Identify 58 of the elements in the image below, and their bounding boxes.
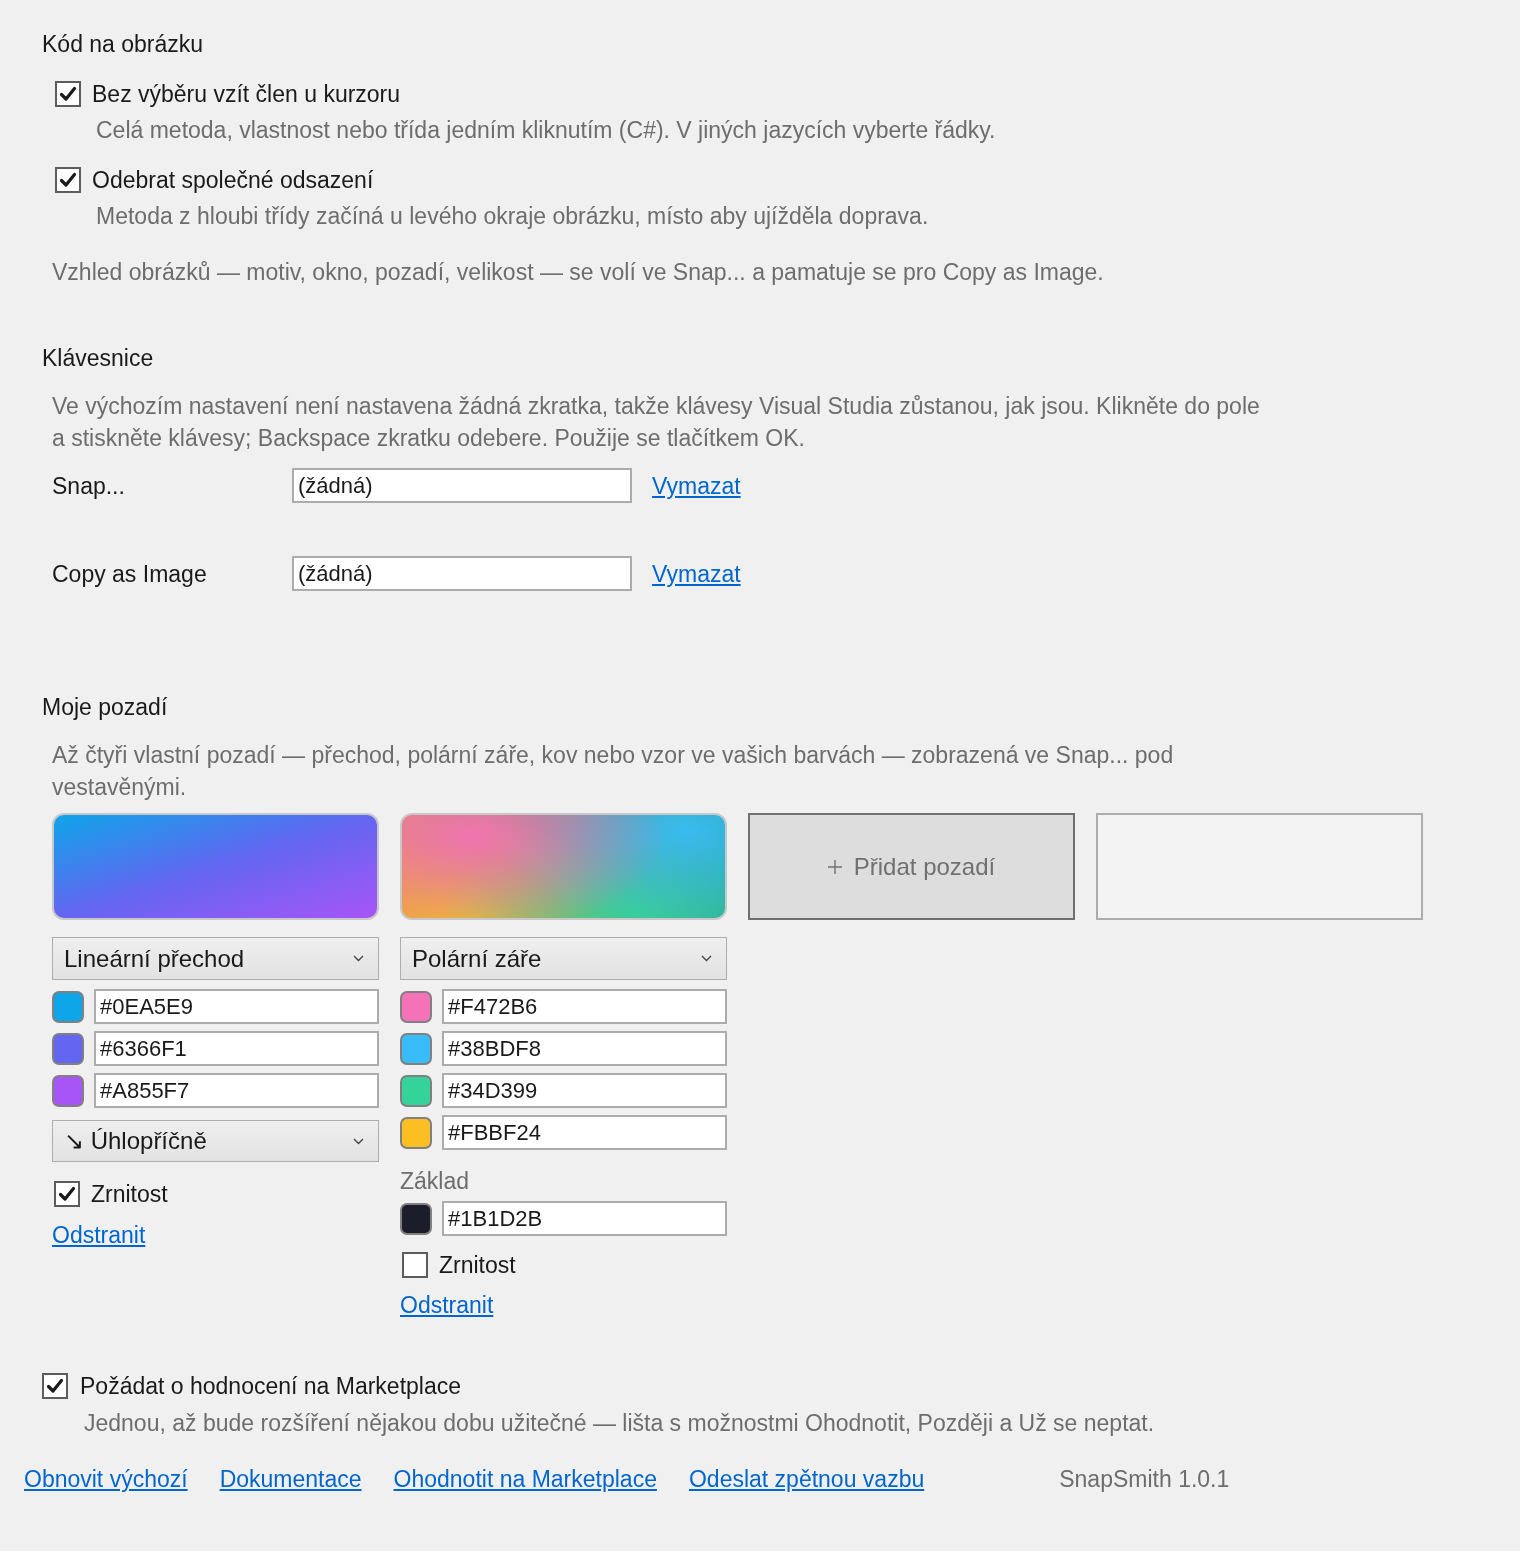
background-preview[interactable] xyxy=(52,813,379,920)
option-description: Jednou, až bude rozšíření nějakou dobu užitečné — lišta s možnostmi Ohodnotit, Později a Už se neptat. xyxy=(84,1409,1155,1437)
color-swatch-icon[interactable] xyxy=(400,1116,432,1149)
add-background-button[interactable]: Přidat pozadí xyxy=(748,813,1075,920)
checkbox[interactable] xyxy=(42,1373,68,1399)
section-title: Kód na obrázku xyxy=(42,30,204,58)
checkbox-label: Odebrat společné odsazení xyxy=(92,166,374,194)
section-title: Klávesnice xyxy=(42,344,154,372)
chevron-down-icon xyxy=(353,955,364,962)
remove-link[interactable]: Odstranit xyxy=(400,1291,494,1319)
background-type-dropdown[interactable]: Polární záře xyxy=(400,937,727,980)
section-description: Ve výchozím nastavení není nastavena žádná zkratka, takže klávesy Visual Studia zůstanou, jak jsou. Klikněte do pole a stiskněte klávesy; Backspace zkratku odebere. Použije se tlačítkem OK. xyxy=(52,392,1261,453)
color-hex-field[interactable]: #F472B6 xyxy=(442,989,727,1024)
color-swatch-icon[interactable] xyxy=(52,990,84,1023)
section-description: Až čtyři vlastní pozadí — přechod, polární záře, kov nebo vzor ve vašich barvách — zobrazená ve Snap... pod vestavěnými. xyxy=(52,741,1175,802)
color-hex-field[interactable]: #0EA5E9 xyxy=(94,989,379,1024)
checkbox[interactable] xyxy=(55,167,81,193)
checkbox-label: Požádat o hodnocení na Marketplace xyxy=(80,1372,462,1400)
option-description: Metoda z hloubi třídy začíná u levého okraje obrázku, místo aby ujížděla doprava. xyxy=(96,202,929,230)
footer-link[interactable]: Obnovit výchozí xyxy=(24,1465,188,1493)
footer-link[interactable]: Dokumentace xyxy=(219,1465,362,1493)
clear-link[interactable]: Vymazat xyxy=(652,471,741,500)
checkbox-label: Bez výběru vzít člen u kurzoru xyxy=(92,80,401,108)
plus-icon xyxy=(827,859,842,874)
checkbox-label: Zrnitost xyxy=(91,1180,168,1208)
color-swatch-icon[interactable] xyxy=(400,1032,432,1065)
color-swatch-icon[interactable] xyxy=(52,1032,84,1065)
color-swatch-icon[interactable] xyxy=(400,1202,432,1235)
shortcut-label: Snap... xyxy=(52,471,126,500)
color-hex-field[interactable]: #6366F1 xyxy=(94,1031,379,1066)
color-swatch-icon[interactable] xyxy=(400,1074,432,1107)
color-hex-field[interactable]: #A855F7 xyxy=(94,1073,379,1108)
checkbox-label: Zrnitost xyxy=(439,1251,516,1279)
checkbox[interactable] xyxy=(402,1252,428,1278)
checkbox[interactable] xyxy=(54,1181,80,1207)
chevron-down-icon xyxy=(701,955,712,962)
note-text: Vzhled obrázků — motiv, okno, pozadí, velikost — se volí ve Snap... a pamatuje se pro Copy as Image. xyxy=(52,258,1104,286)
footer-link[interactable]: Odeslat zpětnou vazbu xyxy=(688,1465,925,1493)
clear-link[interactable]: Vymazat xyxy=(652,559,741,588)
shortcut-field[interactable]: (žádná) xyxy=(292,468,632,503)
color-hex-field[interactable]: #38BDF8 xyxy=(442,1031,727,1066)
section-title: Moje pozadí xyxy=(42,693,168,721)
color-swatch-icon[interactable] xyxy=(400,990,432,1023)
checkbox[interactable] xyxy=(55,81,81,107)
color-hex-field[interactable]: #34D399 xyxy=(442,1073,727,1108)
background-type-dropdown[interactable]: Lineární přechod xyxy=(52,937,379,980)
color-hex-field[interactable]: #FBBF24 xyxy=(442,1115,727,1150)
color-hex-field[interactable]: #1B1D2B xyxy=(442,1201,727,1236)
color-swatch-icon[interactable] xyxy=(52,1074,84,1107)
option-description: Celá metoda, vlastnost nebo třída jedním kliknutím (C#). V jiných jazycích vyberte řádky. xyxy=(96,116,996,144)
base-color-label: Základ xyxy=(400,1167,470,1195)
shortcut-field[interactable]: (žádná) xyxy=(292,556,632,591)
shortcut-label: Copy as Image xyxy=(52,559,208,588)
remove-link[interactable]: Odstranit xyxy=(52,1221,146,1249)
chevron-down-icon xyxy=(353,1137,364,1145)
version-text: SnapSmith 1.0.1 xyxy=(1059,1465,1230,1493)
direction-dropdown[interactable]: ↘ Úhlopříčně xyxy=(52,1120,379,1162)
footer-link[interactable]: Ohodnotit na Marketplace xyxy=(393,1465,657,1493)
